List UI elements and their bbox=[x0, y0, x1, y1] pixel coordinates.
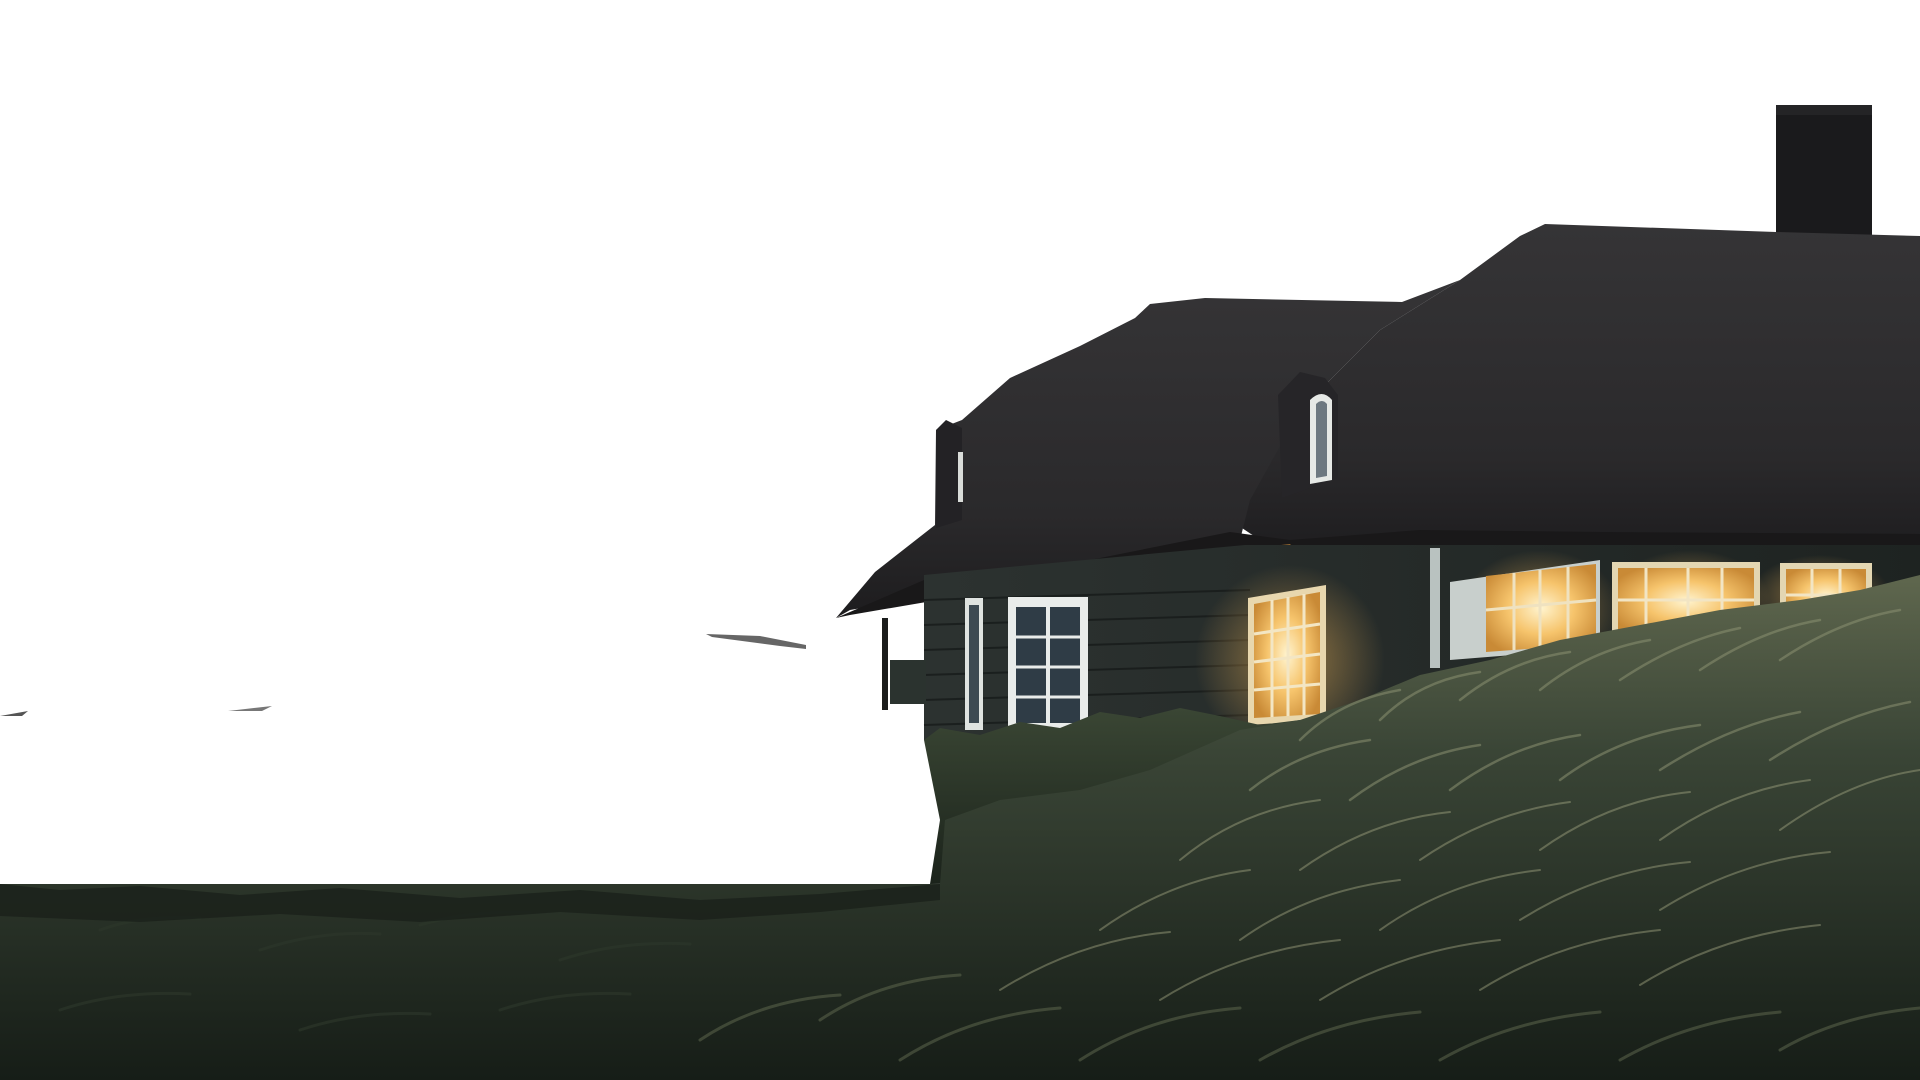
side-door-pane bbox=[969, 605, 979, 723]
thatched-house-night-scene bbox=[0, 0, 1920, 1080]
dormer-window-pane bbox=[1316, 401, 1327, 478]
window-lit-bay bbox=[1248, 585, 1326, 725]
window-unlit bbox=[1008, 597, 1088, 729]
porch-post bbox=[882, 618, 888, 710]
porch-rail bbox=[890, 660, 926, 704]
porch-opening bbox=[892, 620, 924, 660]
wall-pillar bbox=[1430, 548, 1440, 668]
dormer-window-left bbox=[958, 452, 963, 502]
chimney-cap bbox=[1776, 105, 1872, 115]
